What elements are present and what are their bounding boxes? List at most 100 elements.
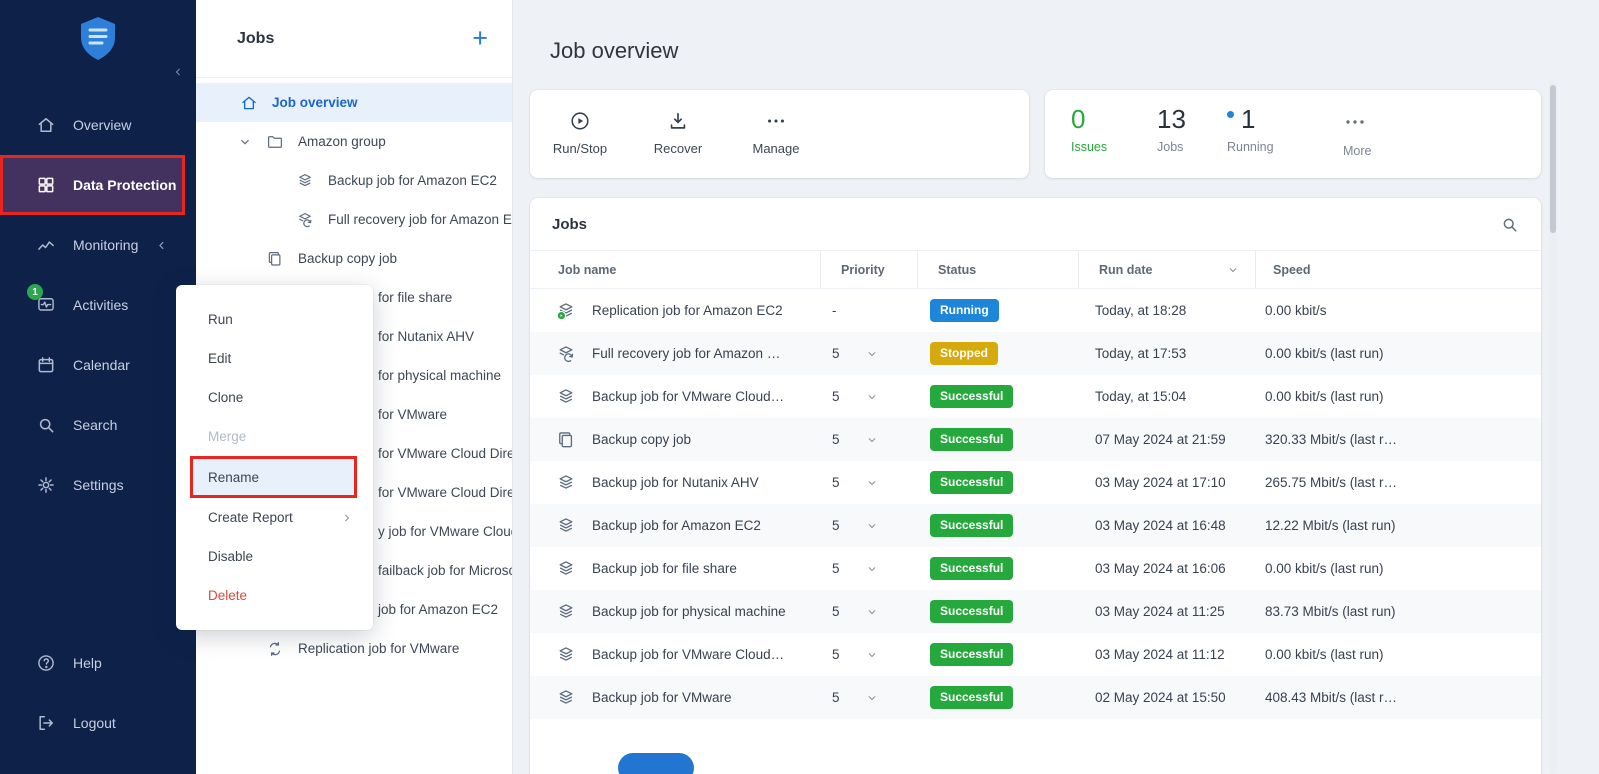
stat-label: More xyxy=(1343,144,1371,158)
sidebar-item-settings[interactable]: Settings xyxy=(0,455,196,515)
sidebar-item-search[interactable]: Search xyxy=(0,395,196,455)
sidebar-item-label: Calendar xyxy=(73,357,130,373)
tree-item[interactable]: Replication job for VMware xyxy=(196,629,512,668)
ellipsis-icon xyxy=(1343,110,1367,134)
priority-cell: 5 xyxy=(820,418,917,461)
sidebar-item-label: Logout xyxy=(73,715,116,731)
search-icon[interactable] xyxy=(1500,215,1519,234)
job-name-cell: Backup job for physical machine xyxy=(530,590,820,633)
add-job-button[interactable]: + xyxy=(472,25,488,52)
sidebar-item-activities[interactable]: Activities1 xyxy=(0,275,196,335)
tree-item-label: for VMware Cloud Direc xyxy=(378,485,512,500)
chevron-down-icon[interactable] xyxy=(1227,264,1239,276)
chevron-down-icon[interactable] xyxy=(866,477,878,489)
status-badge: Successful xyxy=(930,514,1013,536)
monitoring-icon xyxy=(36,235,56,255)
chevron-down-icon[interactable] xyxy=(866,520,878,532)
context-menu-item-create-report[interactable]: Create Report xyxy=(176,498,373,537)
job-row[interactable]: Replication job for Amazon EC2-RunningTo… xyxy=(530,289,1541,332)
speed-cell: 0.00 kbit/s (last run) xyxy=(1255,332,1541,375)
tree-item-label: Backup copy job xyxy=(298,251,397,266)
sidebar-item-label: Settings xyxy=(73,477,124,493)
backup-icon xyxy=(556,387,576,407)
tree-item-label: Amazon group xyxy=(298,134,386,149)
context-menu-item-rename[interactable]: Rename xyxy=(190,456,357,498)
copy-icon xyxy=(556,430,576,450)
job-name: Backup job for VMware xyxy=(592,690,732,705)
job-row[interactable]: Backup job for file share5Successful03 M… xyxy=(530,547,1541,590)
chevron-down-icon[interactable] xyxy=(866,563,878,575)
partially-visible-button[interactable] xyxy=(618,753,694,774)
status-cell: Successful xyxy=(917,590,1078,633)
context-menu-item-run[interactable]: Run xyxy=(176,300,373,339)
column-header-status: Status xyxy=(917,251,1078,288)
chevron-down-icon[interactable] xyxy=(866,348,878,360)
tree-item[interactable]: Job overview xyxy=(196,83,512,122)
sidebar-item-label: Search xyxy=(73,417,117,433)
job-row[interactable]: Backup job for VMware5Successful02 May 2… xyxy=(530,676,1541,719)
tree-item-label: for file share xyxy=(378,290,452,305)
speed-cell: 0.00 kbit/s (last run) xyxy=(1255,375,1541,418)
column-header-run-date[interactable]: Run date xyxy=(1078,251,1255,288)
logout-icon xyxy=(36,713,56,733)
run-stop-button[interactable]: Run/Stop xyxy=(542,110,618,178)
sidebar-collapse-icon[interactable] xyxy=(172,66,184,78)
tree-item-label: job for Amazon EC2 xyxy=(378,602,498,617)
priority-cell: 5 xyxy=(820,461,917,504)
context-menu-item-delete[interactable]: Delete xyxy=(176,576,373,615)
replication-icon xyxy=(266,640,284,658)
chevron-left-icon[interactable] xyxy=(155,239,168,252)
chevron-down-icon[interactable] xyxy=(866,434,878,446)
sidebar-nav: OverviewData ProtectionMonitoringActivit… xyxy=(0,95,196,515)
scrollbar-track[interactable] xyxy=(1549,80,1557,774)
sidebar-item-monitoring[interactable]: Monitoring xyxy=(0,215,196,275)
sidebar-item-logout[interactable]: Logout xyxy=(0,693,196,753)
manage-button[interactable]: Manage xyxy=(738,110,814,178)
menu-item-label: Disable xyxy=(208,549,253,564)
recover-button[interactable]: Recover xyxy=(640,110,716,178)
tree-item[interactable]: Full recovery job for Amazon E xyxy=(196,200,512,239)
job-row[interactable]: Backup job for VMware Cloud…5SuccessfulT… xyxy=(530,375,1541,418)
table-column-headers: Job namePriorityStatusRun dateSpeed xyxy=(530,251,1541,289)
tree-item[interactable]: Amazon group xyxy=(196,122,512,161)
job-row[interactable]: Full recovery job for Amazon …5StoppedTo… xyxy=(530,332,1541,375)
speed-cell: 265.75 Mbit/s (last r… xyxy=(1255,461,1541,504)
column-header-job-name: Job name xyxy=(530,251,820,288)
chevron-down-icon[interactable] xyxy=(866,649,878,661)
priority-cell: 5 xyxy=(820,332,917,375)
job-row[interactable]: Backup copy job5Successful07 May 2024 at… xyxy=(530,418,1541,461)
context-menu-item-disable[interactable]: Disable xyxy=(176,537,373,576)
speed-cell: 12.22 Mbit/s (last run) xyxy=(1255,504,1541,547)
job-name-cell: Replication job for Amazon EC2 xyxy=(530,289,820,332)
stat-issues: 0Issues xyxy=(1071,105,1107,154)
context-menu-item-edit[interactable]: Edit xyxy=(176,339,373,378)
chevron-down-icon[interactable] xyxy=(866,391,878,403)
job-row[interactable]: Backup job for VMware Cloud…5Successful0… xyxy=(530,633,1541,676)
run-date-cell: 03 May 2024 at 11:12 xyxy=(1078,633,1255,676)
tree-item[interactable]: Backup copy job xyxy=(196,239,512,278)
play-circle-icon xyxy=(569,110,591,132)
chevron-down-icon[interactable] xyxy=(238,135,252,149)
scrollbar-thumb[interactable] xyxy=(1550,85,1556,233)
sidebar-item-overview[interactable]: Overview xyxy=(0,95,196,155)
job-row[interactable]: Backup job for Amazon EC25Successful03 M… xyxy=(530,504,1541,547)
tree-item-label: for VMware xyxy=(378,407,447,422)
tree-item[interactable]: Backup job for Amazon EC2 xyxy=(196,161,512,200)
run-date-cell: Today, at 18:28 xyxy=(1078,289,1255,332)
stat-more[interactable]: More xyxy=(1343,105,1371,158)
chevron-down-icon[interactable] xyxy=(866,692,878,704)
download-icon xyxy=(667,110,689,132)
jobs-panel-header: Jobs + xyxy=(196,0,512,78)
job-row[interactable]: Backup job for Nutanix AHV5Successful03 … xyxy=(530,461,1541,504)
job-row[interactable]: Backup job for physical machine5Successf… xyxy=(530,590,1541,633)
context-menu-item-clone[interactable]: Clone xyxy=(176,378,373,417)
backup-icon xyxy=(556,645,576,665)
speed-cell: 320.33 Mbit/s (last r… xyxy=(1255,418,1541,461)
backup-icon xyxy=(556,602,576,622)
sidebar-item-help[interactable]: Help xyxy=(0,633,196,693)
sidebar-item-calendar[interactable]: Calendar xyxy=(0,335,196,395)
chevron-right-icon xyxy=(341,512,353,524)
chevron-down-icon[interactable] xyxy=(866,606,878,618)
menu-item-label: Clone xyxy=(208,390,243,405)
sidebar-item-data-protection[interactable]: Data Protection xyxy=(0,155,185,215)
